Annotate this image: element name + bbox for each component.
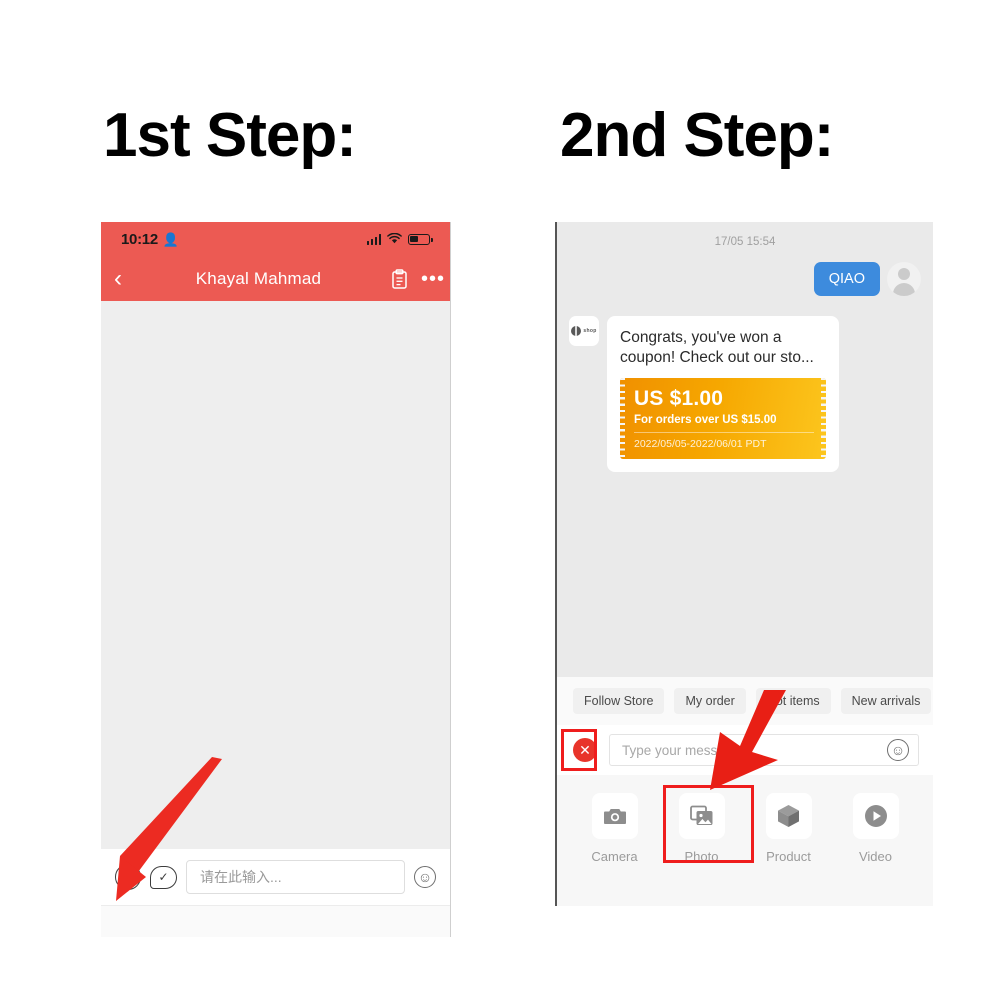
battery-icon [408, 233, 433, 245]
shop-logo-label: shop [583, 328, 597, 334]
camera-action-label: Camera [591, 849, 638, 864]
more-dots-icon[interactable]: ••• [416, 267, 450, 290]
outgoing-message-row: QIAO [569, 262, 921, 296]
step-2-title: 2nd Step: [560, 101, 834, 170]
product-box-icon [765, 793, 812, 839]
plus-glyph: + [123, 868, 133, 885]
wifi-icon [387, 232, 402, 246]
message-input-bar: + ✓ 请在此输入... ☺ [101, 849, 450, 905]
status-bar-right [366, 232, 433, 246]
clipboard-icon[interactable] [382, 268, 416, 289]
message-input-placeholder: 请在此输入... [200, 869, 282, 885]
photo-action-button[interactable]: Photo [668, 793, 736, 864]
coupon-condition: For orders over US $15.00 [634, 414, 777, 427]
coupon-message-card[interactable]: Congrats, you've won a coupon! Check out… [607, 316, 839, 473]
chip-follow-store[interactable]: Follow Store [573, 688, 665, 714]
step-1-title: 1st Step: [103, 101, 357, 170]
chat-contact-name: Khayal Mahmad [195, 268, 322, 288]
step-1-phone-screenshot: 10:12 👤 ‹ Khayal Mahmad ••• + ✓ 请在此输入...… [101, 222, 451, 937]
incoming-message-row: shop Congrats, you've won a coupon! Chec… [569, 316, 921, 473]
video-action-button[interactable]: Video [842, 793, 910, 864]
message-input-bar-2: ✕ Type your message... ☺ [557, 725, 933, 775]
chat-header: 10:12 👤 ‹ Khayal Mahmad ••• [101, 222, 450, 301]
shop-logo-mark [571, 326, 582, 336]
coupon-message-text: Congrats, you've won a coupon! Check out… [620, 329, 814, 366]
smiley-icon-2[interactable]: ☺ [887, 739, 909, 761]
chat-message-area [101, 301, 450, 877]
chip-hot-items[interactable]: Hot items [755, 688, 831, 714]
product-action-label: Product [766, 849, 811, 864]
product-action-button[interactable]: Product [755, 793, 823, 864]
attachment-actions-row: Camera Photo Product Video [557, 775, 933, 906]
message-input-placeholder-2: Type your message... [622, 742, 752, 758]
step-2-phone-screenshot: 17/05 15:54 QIAO shop Congrats, you've w… [555, 222, 933, 906]
close-circle-icon[interactable]: ✕ [573, 738, 597, 762]
video-action-label: Video [858, 849, 892, 864]
video-play-icon [852, 793, 899, 839]
outgoing-message-bubble[interactable]: QIAO [813, 262, 880, 296]
signal-bars-icon [366, 233, 381, 245]
close-glyph: ✕ [579, 742, 591, 758]
ticket-scallop-left [620, 378, 625, 460]
message-input-field[interactable]: 请在此输入... [186, 860, 405, 894]
coupon-ticket[interactable]: US $1.00 For orders over US $15.00 2022/… [620, 378, 826, 460]
smiley-glyph: ☺ [417, 869, 433, 885]
message-input-field-2[interactable]: Type your message... ☺ [609, 734, 919, 766]
bubble-check-icon[interactable]: ✓ [150, 865, 177, 889]
plus-circle-icon[interactable]: + [115, 864, 141, 890]
bottom-safe-area [101, 905, 450, 937]
status-bar: 10:12 👤 [101, 222, 450, 256]
user-avatar-icon [887, 262, 921, 296]
smiley-glyph-2: ☺ [890, 742, 906, 758]
coupon-divider [634, 432, 814, 434]
person-icon: 👤 [162, 231, 180, 247]
chat-message-area-2: 17/05 15:54 QIAO shop Congrats, you've w… [557, 222, 933, 677]
shop-logo-icon: shop [569, 316, 599, 346]
more-dots-glyph: ••• [420, 267, 445, 290]
status-bar-left: 10:12 👤 [121, 231, 179, 248]
smiley-icon[interactable]: ☺ [414, 866, 436, 888]
chip-new-arrivals[interactable]: New arrivals [840, 688, 932, 714]
ticket-scallop-right [821, 378, 826, 460]
camera-icon [591, 793, 638, 839]
check-glyph: ✓ [158, 870, 169, 884]
coupon-validity-dates: 2022/05/05-2022/06/01 PDT [634, 438, 767, 451]
photo-icon [678, 793, 725, 839]
message-timestamp: 17/05 15:54 [714, 236, 776, 248]
camera-action-button[interactable]: Camera [581, 793, 649, 864]
quick-reply-chips-row: Follow Store My order Hot items New arri… [557, 677, 933, 725]
tutorial-image: 1st Step: 2nd Step: 10:12 👤 ‹ Khayal Mah… [0, 0, 1000, 1000]
chat-nav-bar: ‹ Khayal Mahmad ••• [101, 256, 450, 301]
back-chevron-icon[interactable]: ‹ [101, 266, 135, 291]
chip-my-order[interactable]: My order [674, 688, 746, 714]
status-time: 10:12 [121, 230, 158, 248]
photo-action-label: Photo [684, 849, 719, 864]
coupon-amount: US $1.00 [634, 387, 724, 411]
